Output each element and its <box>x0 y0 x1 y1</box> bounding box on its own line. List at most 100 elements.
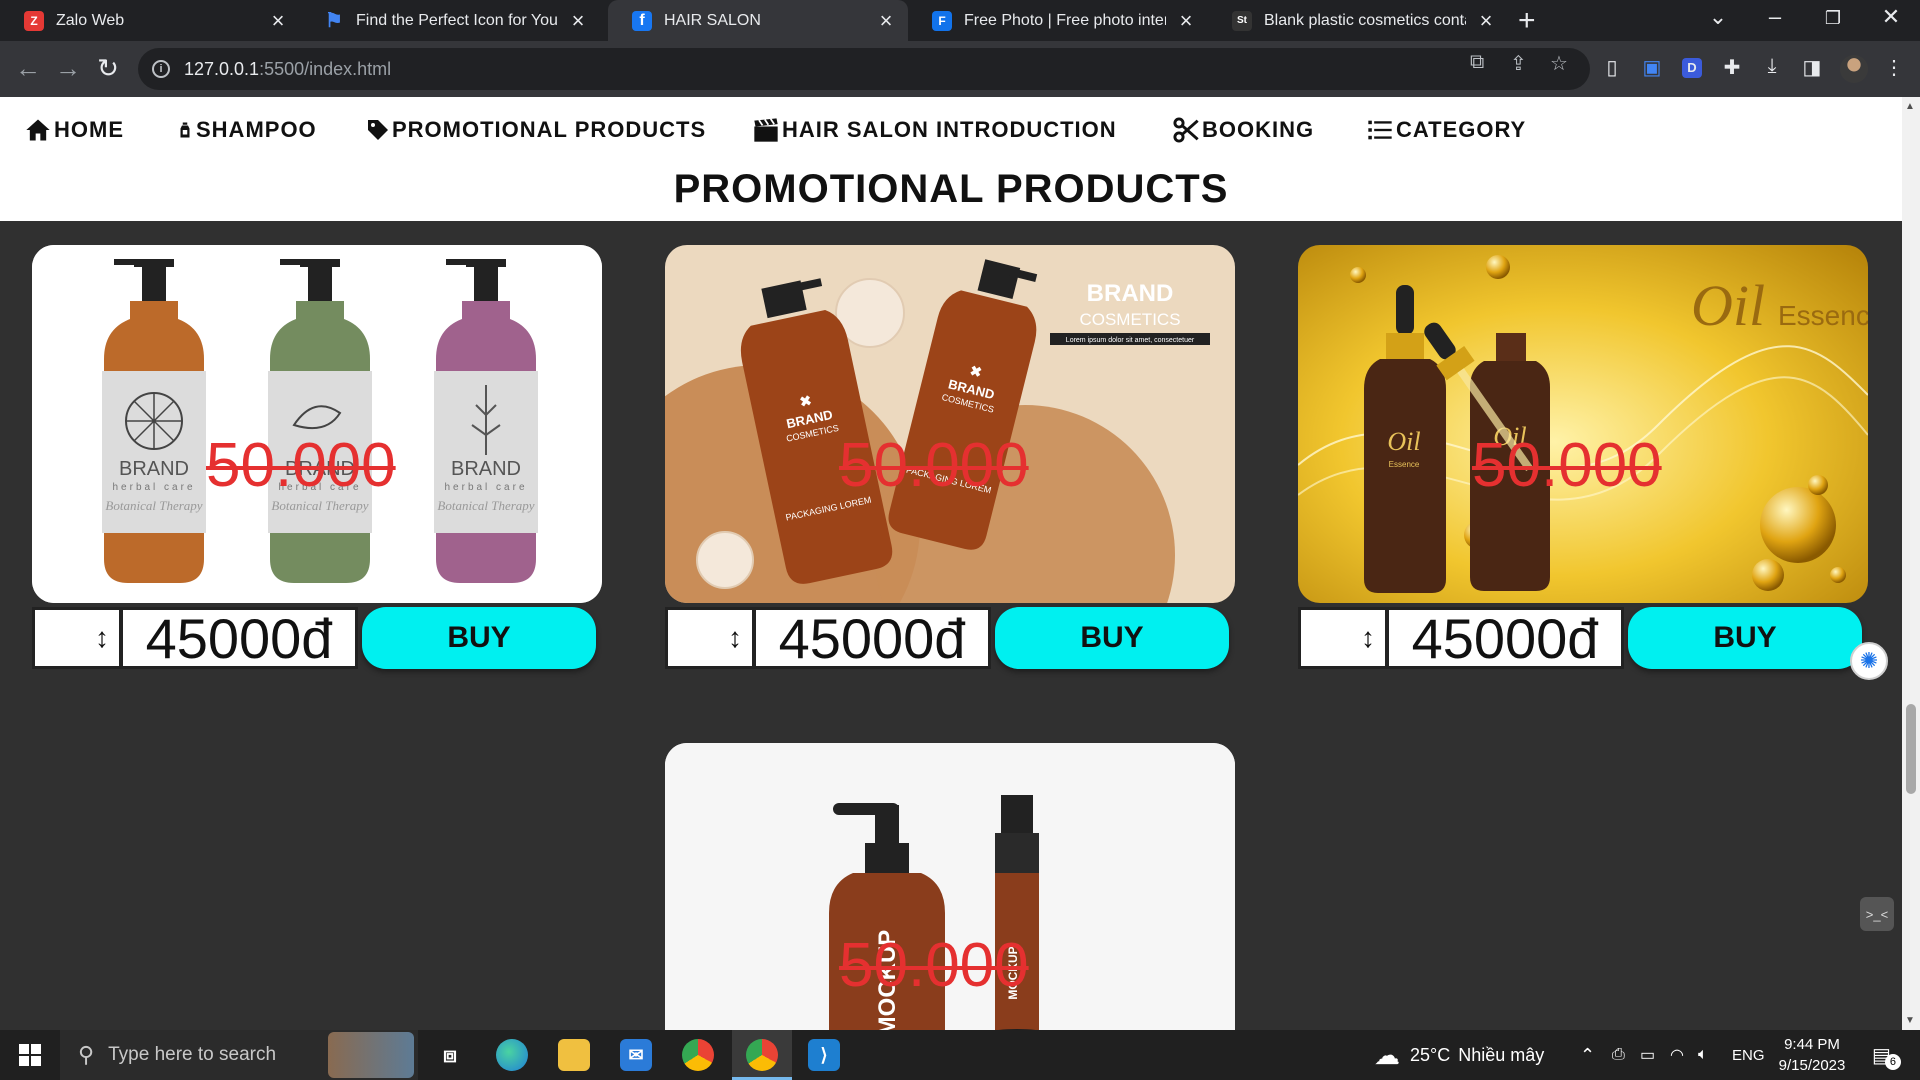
file-explorer-icon[interactable] <box>558 1039 590 1071</box>
restore-button[interactable]: ❐ <box>1810 8 1856 29</box>
tab-free-photo[interactable]: F Free Photo | Free photo interior c × <box>908 0 1208 41</box>
nav-hair-salon-introduction[interactable]: HAIR SALON INTRODUCTION <box>752 116 1117 144</box>
nav-category[interactable]: CATEGORY <box>1366 116 1526 144</box>
search-icon: ⚲ <box>78 1042 95 1067</box>
taskbar-search-box[interactable]: ⚲ Type here to search <box>60 1030 418 1080</box>
quantity-stepper[interactable]: ↕ <box>32 607 122 669</box>
floating-console-icon[interactable]: >_< <box>1860 897 1894 931</box>
stock-favicon-icon: St <box>1232 10 1252 31</box>
svg-text:Oil: Oil <box>1387 427 1420 456</box>
chrome-profile-icon[interactable] <box>746 1039 778 1071</box>
home-icon <box>26 119 50 141</box>
tab-title: HAIR SALON <box>664 11 761 29</box>
weather-widget[interactable]: ☁ 25°C Nhiều mây <box>1374 1030 1544 1080</box>
scroll-thumb[interactable] <box>1906 704 1916 794</box>
close-window-button[interactable]: ✕ <box>1868 4 1914 30</box>
nav-label: HAIR SALON INTRODUCTION <box>782 117 1117 142</box>
svg-text:BRAND: BRAND <box>451 458 521 480</box>
battery-icon[interactable]: ▭ <box>1640 1030 1655 1080</box>
site-info-icon[interactable]: i <box>152 60 170 78</box>
show-hidden-icons[interactable]: ⌃ <box>1580 1030 1595 1080</box>
translate-icon[interactable]: ⧉ <box>1470 51 1484 74</box>
close-tab-icon[interactable]: × <box>268 8 288 34</box>
nav-shampoo[interactable]: SHAMPOO <box>176 116 317 144</box>
menu-kebab-icon[interactable]: ⋮ <box>1880 55 1908 80</box>
nav-label: PROMOTIONAL PRODUCTS <box>392 117 707 142</box>
close-tab-icon[interactable]: × <box>1476 8 1496 34</box>
site-header: HOME SHAMPOO PROMOTIONAL PRODUCTS HAIR S… <box>0 97 1902 221</box>
quantity-stepper[interactable]: ↕ <box>1298 607 1388 669</box>
reload-icon[interactable]: ↻ <box>92 53 124 84</box>
old-price: 50.000 <box>1472 431 1662 500</box>
updown-arrow-icon: ↕ <box>1361 622 1375 653</box>
tab-icon-finder[interactable]: ⚑ Find the Perfect Icon for Your Pro × <box>300 0 600 41</box>
address-bar[interactable]: i 127.0.0.1:5500/index.html <box>138 48 1590 90</box>
windows-start-button[interactable] <box>0 1030 60 1080</box>
product-image-oil-essence[interactable]: Oil Essence Oil Oil Essence <box>1298 245 1868 603</box>
minimize-button[interactable]: – <box>1752 4 1798 30</box>
nav-label: CATEGORY <box>1396 117 1527 142</box>
bottle-icon <box>180 122 190 138</box>
side-panel-icon[interactable]: ◨ <box>1798 55 1826 80</box>
google-translate-icon[interactable]: ▣ <box>1638 55 1666 80</box>
nav-promotional-products[interactable]: PROMOTIONAL PRODUCTS <box>366 116 706 144</box>
mail-icon[interactable]: ✉ <box>620 1039 652 1071</box>
page-scrollbar[interactable]: ▲ ▼ <box>1902 97 1920 1030</box>
product-image-herbal-shampoo[interactable]: BRAND herbal care Botanical Therapy BRAN… <box>32 245 602 603</box>
floating-assistant-icon[interactable]: ✺ <box>1850 642 1888 680</box>
buy-button[interactable]: BUY <box>1628 607 1862 669</box>
back-arrow-icon[interactable]: ← <box>12 53 44 84</box>
share-icon[interactable]: ⇪ <box>1510 51 1527 76</box>
vscode-icon[interactable]: ⟩ <box>808 1039 840 1071</box>
download-icon[interactable]: ⤓ <box>1758 55 1786 78</box>
close-tab-icon[interactable]: × <box>568 8 588 34</box>
svg-text:herbal care: herbal care <box>444 482 527 493</box>
nav-label: BOOKING <box>1202 117 1315 142</box>
forward-arrow-icon[interactable]: → <box>52 53 84 84</box>
extension-d-icon[interactable]: D <box>1678 55 1706 78</box>
close-tab-icon[interactable]: × <box>876 8 896 34</box>
taskbar-clock[interactable]: 9:44 PM 9/15/2023 <box>1762 1034 1862 1076</box>
input-language[interactable]: ENG <box>1732 1030 1765 1080</box>
clapperboard-icon <box>754 118 778 142</box>
bookmark-star-icon[interactable]: ☆ <box>1550 51 1568 76</box>
search-highlight-illustration <box>328 1032 414 1078</box>
close-tab-icon[interactable]: × <box>1176 8 1196 34</box>
chrome-icon[interactable] <box>682 1039 714 1071</box>
nav-home[interactable]: HOME <box>24 116 124 144</box>
scroll-up-icon[interactable]: ▲ <box>1905 101 1915 112</box>
tab-zalo[interactable]: Z Zalo Web × <box>0 0 300 41</box>
extensions-puzzle-icon[interactable]: ✚ <box>1718 55 1746 80</box>
tab-hair-salon[interactable]: f HAIR SALON × <box>608 0 908 41</box>
buy-button[interactable]: BUY <box>995 607 1229 669</box>
profile-avatar[interactable] <box>1840 55 1868 83</box>
scissors-icon <box>1173 117 1199 143</box>
device-icon[interactable]: ▯ <box>1598 55 1626 80</box>
buy-button[interactable]: BUY <box>362 607 596 669</box>
buy-row: ↕ 45000đ BUY <box>1298 607 1868 670</box>
scroll-down-icon[interactable]: ▼ <box>1905 1015 1915 1026</box>
old-price: 50.000 <box>206 431 396 500</box>
product-image-brand-cosmetics[interactable]: ✖ BRAND COSMETICS PACKAGING LOREM ✖ BRAN… <box>665 245 1235 603</box>
notification-center[interactable]: ▤ 6 <box>1872 1030 1901 1080</box>
tab-search-icon[interactable]: ⌄ <box>1695 4 1741 30</box>
svg-text:Essence: Essence <box>1389 460 1420 469</box>
old-price: 50.000 <box>839 431 1029 500</box>
edge-browser-icon[interactable] <box>496 1039 528 1071</box>
new-tab-button[interactable]: + <box>1518 4 1536 38</box>
windows-logo-icon <box>19 1044 41 1066</box>
page-viewport: HOME SHAMPOO PROMOTIONAL PRODUCTS HAIR S… <box>0 97 1902 1030</box>
nav-booking[interactable]: BOOKING <box>1172 116 1314 144</box>
wifi-icon[interactable]: ◠ <box>1670 1030 1684 1080</box>
buy-row: ↕ 45000đ BUY <box>665 607 1235 670</box>
task-view-icon[interactable]: ⧈ <box>434 1039 466 1071</box>
flag-favicon-icon: ⚑ <box>325 10 343 32</box>
notification-count-badge: 6 <box>1884 1054 1901 1070</box>
svg-text:Oil: Oil <box>1691 273 1765 338</box>
quantity-stepper[interactable]: ↕ <box>665 607 755 669</box>
browser-toolbar: ← → ↻ i 127.0.0.1:5500/index.html ⧉ ⇪ ☆ … <box>0 41 1920 97</box>
meet-now-icon[interactable]: ⎙ <box>1612 1030 1625 1080</box>
volume-icon[interactable]: 🔈︎ <box>1698 1030 1708 1080</box>
tab-cosmetics-container[interactable]: St Blank plastic cosmetics container × <box>1208 0 1508 41</box>
svg-text:BRAND: BRAND <box>1087 280 1174 307</box>
